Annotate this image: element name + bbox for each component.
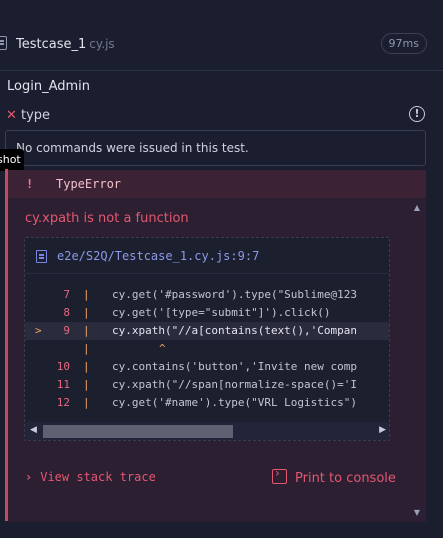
scroll-up-icon[interactable]: ▲ xyxy=(412,203,422,213)
duration-badge: 97ms xyxy=(380,33,427,54)
document-icon xyxy=(36,250,47,263)
code-line: | ^ xyxy=(25,340,389,358)
gutter-pipe: | xyxy=(83,324,90,337)
console-icon xyxy=(272,466,287,484)
scrollbar-thumb[interactable] xyxy=(43,425,233,438)
line-number: 8 xyxy=(63,306,70,319)
view-stack-trace-label: View stack trace xyxy=(40,470,156,484)
error-header: ! TypeError xyxy=(8,170,426,198)
scroll-left-icon[interactable]: ◀ xyxy=(30,425,37,435)
line-number: 7 xyxy=(63,288,70,301)
code-frame-file-row[interactable]: e2e/S2Q/Testcase_1.cy.js:9:7 xyxy=(25,238,389,274)
line-number: 12 xyxy=(56,396,70,409)
spec-file-basename: Testcase_1 xyxy=(16,37,87,52)
view-stack-trace-button[interactable]: › View stack trace xyxy=(25,470,156,484)
horizontal-scrollbar[interactable]: ◀ ▶ xyxy=(25,422,389,440)
gutter-pipe: | xyxy=(83,342,90,355)
suite-title[interactable]: Login_Admin xyxy=(7,79,90,94)
error-type: TypeError xyxy=(56,177,122,191)
code-lines: 7 | cy.get('#password').type("Sublime@123 8… xyxy=(25,286,389,414)
spec-file-header[interactable]: Testcase_1 cy.js 97ms xyxy=(0,20,443,68)
code-text: cy.get('[type="submit"]').click() xyxy=(112,306,331,319)
code-text: cy.xpath("//span[normalize-space()='I xyxy=(112,378,358,391)
error-bang-icon: ! xyxy=(26,177,34,191)
code-line: 12 | cy.get('#name').type("VRL Logistics") xyxy=(25,394,389,412)
file-icon xyxy=(0,36,7,50)
scroll-down-icon[interactable]: ▼ xyxy=(412,508,422,518)
code-line: 11 | cy.xpath("//span[normalize-space()='I xyxy=(25,376,389,394)
print-to-console-button[interactable]: Print to console xyxy=(295,471,396,486)
gutter-pipe: | xyxy=(83,378,90,391)
divider xyxy=(0,70,443,71)
line-number: 10 xyxy=(56,360,70,373)
gutter-pipe: | xyxy=(83,288,90,301)
screenshot-tooltip-label: shot xyxy=(0,153,21,166)
line-number: 11 xyxy=(56,378,70,391)
code-text: cy.xpath("//a[contains(text(),'Compan xyxy=(112,324,358,337)
code-text: cy.get('#name').type("VRL Logistics") xyxy=(112,396,358,409)
gutter-pipe: | xyxy=(83,396,90,409)
code-line: 8 | cy.get('[type="submit"]').click() xyxy=(25,304,389,322)
error-caret: ^ xyxy=(159,342,166,355)
code-line: 10 | cy.contains('button','Invite new comp xyxy=(25,358,389,376)
code-frame: e2e/S2Q/Testcase_1.cy.js:9:7 7 | cy.get('#… xyxy=(24,237,390,441)
no-commands-box: No commands were issued in this test. xyxy=(5,130,426,166)
scroll-right-icon[interactable]: ▶ xyxy=(379,425,386,435)
info-icon[interactable]: ! xyxy=(409,106,425,122)
code-text: cy.get('#password').type("Sublime@123 xyxy=(112,288,358,301)
test-name: type xyxy=(21,108,51,123)
code-text: cy.contains('button','Invite new comp xyxy=(112,360,358,373)
current-line-marker: > xyxy=(35,324,42,337)
code-frame-file-link[interactable]: e2e/S2Q/Testcase_1.cy.js:9:7 xyxy=(57,249,259,263)
code-line: >9 | cy.xpath("//a[contains(text(),'Compan xyxy=(25,322,389,340)
spec-file-extension: cy.js xyxy=(89,37,115,51)
no-commands-message: No commands were issued in this test. xyxy=(16,141,249,155)
spec-file-name[interactable]: Testcase_1 cy.js xyxy=(16,37,115,52)
screenshot-tooltip: shot xyxy=(0,149,24,171)
gutter-pipe: | xyxy=(83,360,90,373)
code-line: 7 | cy.get('#password').type("Sublime@123 xyxy=(25,286,389,304)
error-panel: ! TypeError cy.xpath is not a function e… xyxy=(8,170,426,522)
chevron-right-icon: › xyxy=(25,470,33,484)
test-row-type[interactable]: ✕ type ! xyxy=(0,104,443,128)
vertical-scrollbar[interactable]: ▲ ▼ xyxy=(408,198,426,522)
failed-x-icon: ✕ xyxy=(6,108,17,123)
line-number: 9 xyxy=(63,324,70,337)
error-message: cy.xpath is not a function xyxy=(25,211,189,226)
gutter-pipe: | xyxy=(83,306,90,319)
